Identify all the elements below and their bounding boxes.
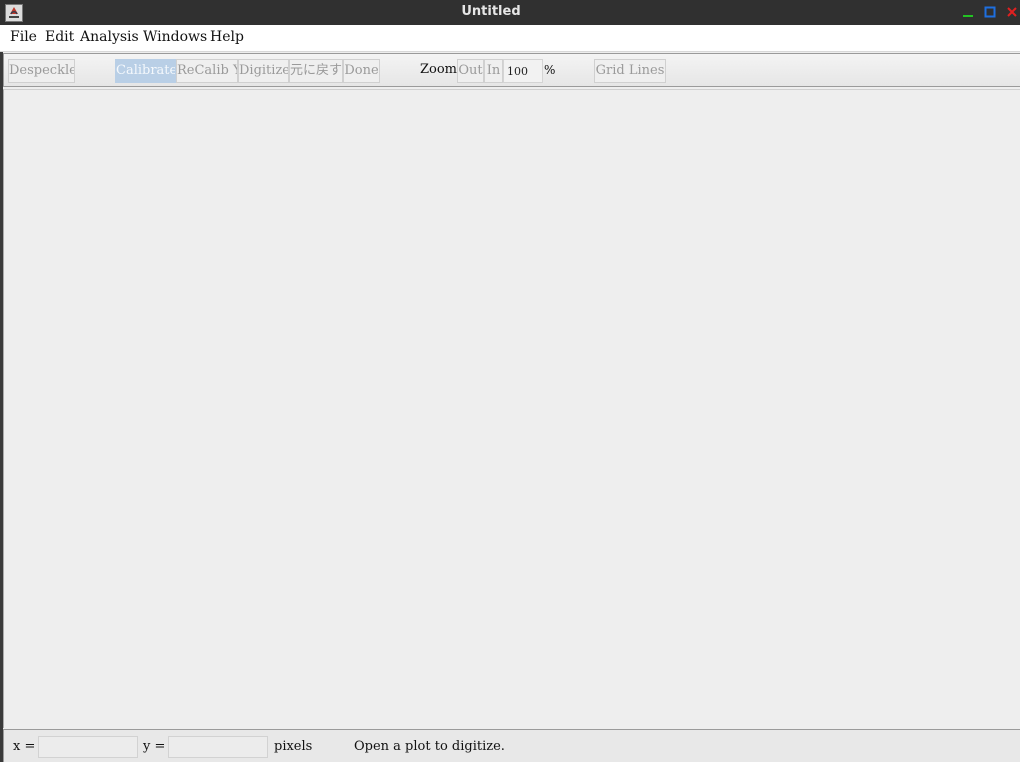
zoom-label: Zoom:: [420, 62, 462, 77]
x-coordinate-label: x =: [13, 739, 36, 754]
title-bar[interactable]: Untitled: [0, 0, 1020, 25]
window-title: Untitled: [461, 4, 521, 19]
units-label: pixels: [274, 739, 313, 754]
zoom-out-button[interactable]: Out: [457, 59, 484, 83]
toolbar: Despeckle Calibrate ReCalib Y Digitize 元…: [3, 53, 1020, 87]
done-button[interactable]: Done: [343, 59, 380, 83]
app-window: Untitled File Edit Analysis Windows Help…: [0, 0, 1020, 762]
x-coordinate-field[interactable]: [38, 736, 138, 758]
menu-analysis[interactable]: Analysis: [80, 25, 139, 51]
menu-bar: File Edit Analysis Windows Help: [0, 25, 1020, 52]
recalib-y-button[interactable]: ReCalib Y: [176, 59, 238, 83]
y-coordinate-label: y =: [143, 739, 166, 754]
zoom-unit-label: %: [544, 63, 556, 77]
menu-help[interactable]: Help: [210, 25, 244, 51]
menu-file[interactable]: File: [10, 25, 37, 51]
minimize-icon[interactable]: [961, 5, 975, 19]
menu-edit[interactable]: Edit: [45, 25, 74, 51]
grid-lines-button[interactable]: Grid Lines: [594, 59, 666, 83]
plot-canvas[interactable]: [3, 89, 1020, 728]
undo-button[interactable]: 元に戻す: [289, 59, 343, 83]
zoom-percent-input[interactable]: [503, 59, 543, 83]
digitize-button[interactable]: Digitize: [238, 59, 289, 83]
despeckle-button[interactable]: Despeckle: [8, 59, 75, 83]
status-bar: x = y = pixels Open a plot to digitize.: [3, 729, 1020, 762]
close-icon[interactable]: [1005, 5, 1019, 19]
zoom-in-button[interactable]: In: [484, 59, 503, 83]
status-message: Open a plot to digitize.: [354, 739, 505, 754]
y-coordinate-field[interactable]: [168, 736, 268, 758]
maximize-icon[interactable]: [983, 5, 997, 19]
calibrate-button[interactable]: Calibrate: [115, 59, 176, 83]
menu-windows[interactable]: Windows: [143, 25, 207, 51]
